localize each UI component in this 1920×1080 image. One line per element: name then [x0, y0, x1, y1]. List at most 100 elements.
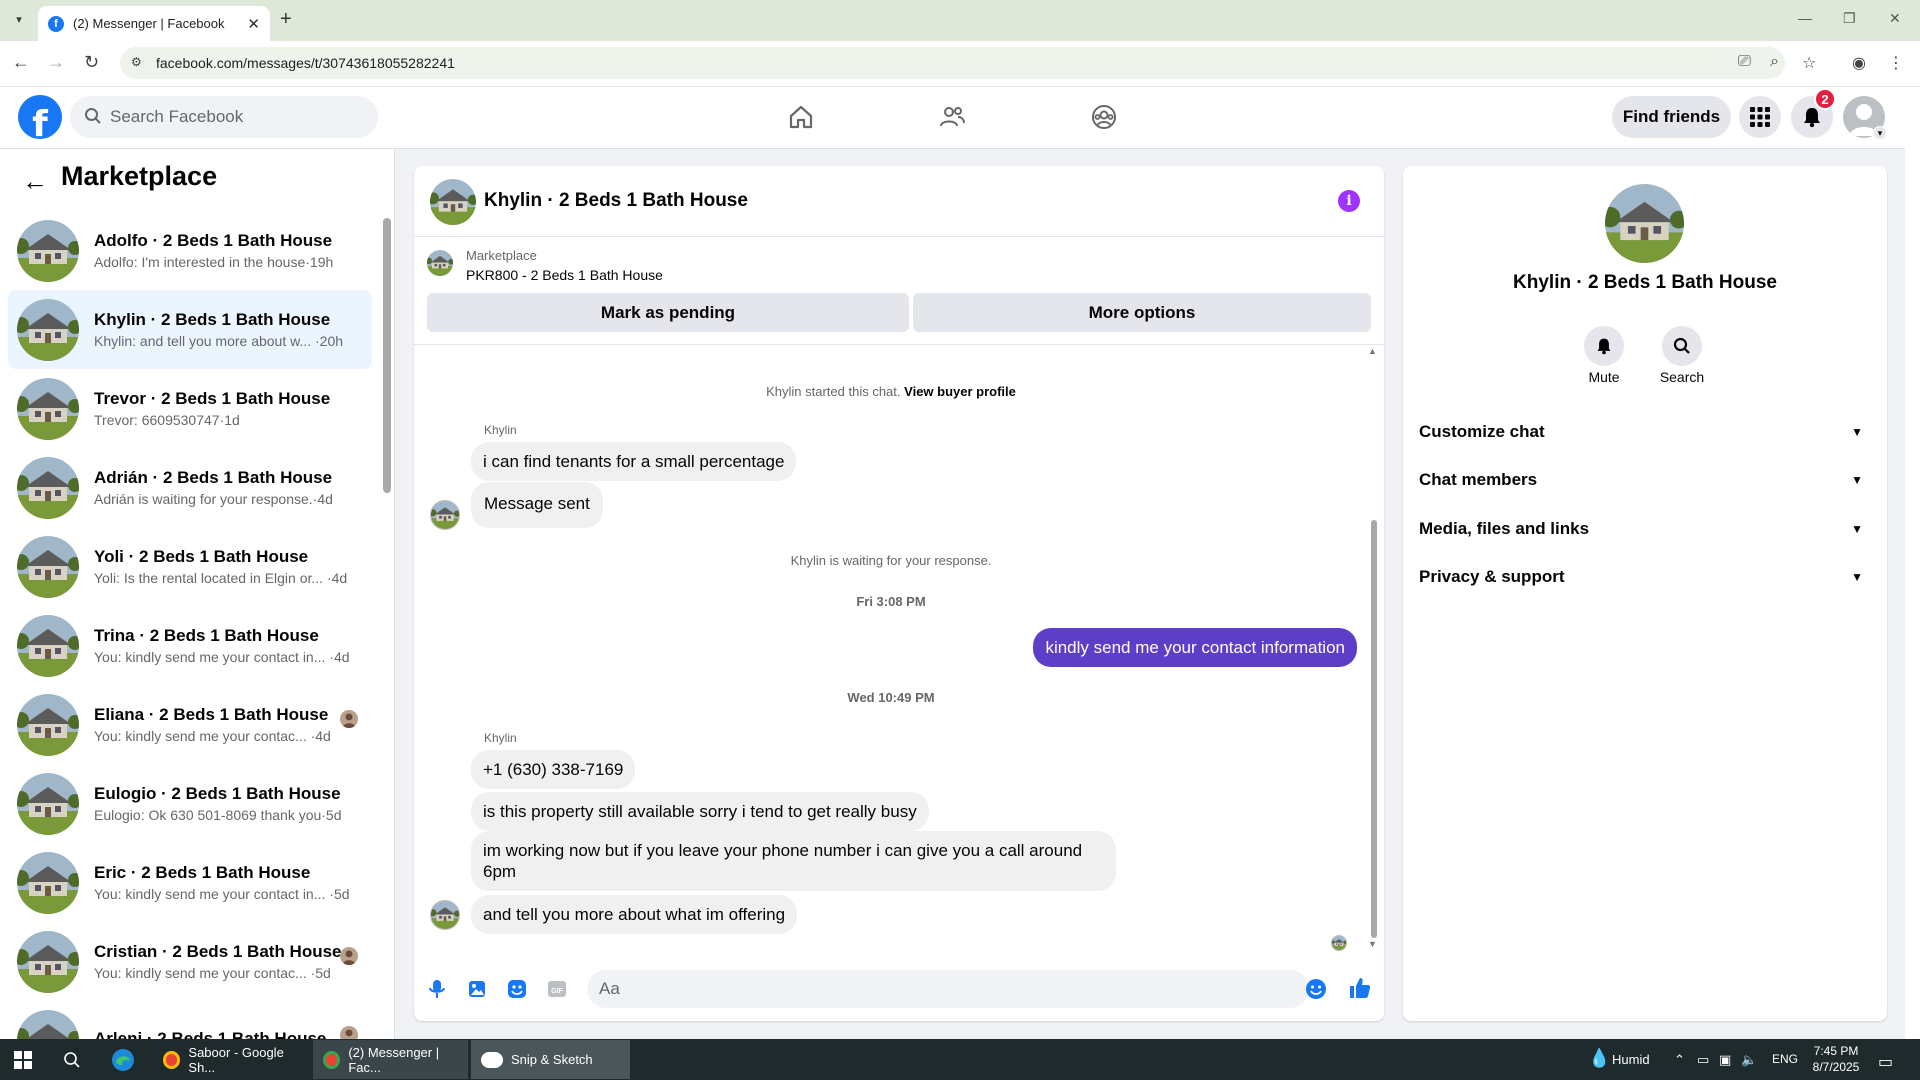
conversation-preview: You: kindly send me your contac... ·5d	[94, 965, 331, 981]
message-bubble[interactable]: i can find tenants for a small percentag…	[471, 442, 797, 481]
facebook-logo-icon[interactable]: f	[18, 95, 62, 139]
minimize-icon[interactable]: —	[1798, 10, 1812, 26]
new-tab-icon[interactable]: +	[280, 8, 292, 31]
media-files-links-label: Media, files and links	[1419, 519, 1590, 538]
emoji-icon[interactable]	[1305, 978, 1327, 1000]
scroll-down-icon[interactable]: ▼	[1368, 939, 1377, 949]
back-arrow-icon[interactable]: ←	[22, 166, 48, 197]
media-files-links-row[interactable]: Media, files and links ▼	[1419, 509, 1871, 549]
url-text: facebook.com/messages/t/3074361805528224…	[156, 55, 455, 71]
tab-search-chevron-icon[interactable]: ▾	[8, 8, 30, 30]
conversation-avatar	[17, 298, 79, 361]
more-options-button[interactable]: More options	[913, 293, 1371, 332]
listing-title[interactable]: PKR800 - 2 Beds 1 Bath House	[466, 267, 663, 283]
friends-icon[interactable]	[938, 103, 966, 131]
view-buyer-profile-link[interactable]: View buyer profile	[904, 384, 1016, 399]
weather-drop-icon[interactable]: 💧	[1588, 1048, 1610, 1069]
menu-grid-button[interactable]	[1739, 96, 1781, 138]
mark-as-pending-button[interactable]: Mark as pending	[427, 293, 909, 332]
clock-time: 7:45 PM	[1813, 1044, 1859, 1058]
volume-muted-icon[interactable]: 🔈	[1741, 1052, 1757, 1068]
weather-text[interactable]: Humid	[1612, 1052, 1650, 1067]
conversation-name: Khylin · 2 Beds 1 Bath House	[94, 310, 331, 329]
sidebar-scrollbar[interactable]	[383, 218, 391, 493]
restore-icon[interactable]: ❐	[1843, 10, 1856, 27]
tab-close-icon[interactable]: ✕	[247, 15, 260, 33]
clock[interactable]: 7:45 PM 8/7/2025	[1806, 1043, 1866, 1075]
sender-avatar[interactable]	[430, 900, 460, 930]
chat-members-label: Chat members	[1419, 470, 1538, 489]
chat-members-row[interactable]: Chat members ▼	[1419, 460, 1871, 500]
conversation-item[interactable]: Trina · 2 Beds 1 Bath House You: kindly s…	[8, 606, 372, 685]
info-icon[interactable]: i	[1338, 190, 1360, 212]
conversation-item[interactable]: Eliana · 2 Beds 1 Bath House You: kindly …	[8, 685, 372, 764]
tray-device-icon[interactable]: ▭	[1697, 1052, 1709, 1068]
browser-tab[interactable]: f (2) Messenger | Facebook ✕	[38, 6, 270, 41]
account-chevron-icon[interactable]: ▾	[1873, 126, 1887, 140]
edge-browser-icon[interactable]	[110, 1047, 136, 1073]
page-scrollbar[interactable]	[1905, 87, 1920, 1039]
sticker-icon[interactable]	[506, 978, 528, 1000]
chrome-icon	[163, 1050, 181, 1069]
taskbar-item-snip[interactable]: Snip & Sketch	[471, 1040, 630, 1079]
conversation-item[interactable]: Adolfo · 2 Beds 1 Bath House Adolfo: I'm …	[8, 211, 372, 290]
conversation-item[interactable]: Khylin · 2 Beds 1 Bath House Khylin: and …	[8, 290, 372, 369]
forward-icon[interactable]: →	[47, 52, 65, 73]
conversation-item[interactable]: Adrián · 2 Beds 1 Bath House Adrián is wa…	[8, 448, 372, 527]
window-close-icon[interactable]: ✕	[1889, 10, 1901, 27]
reload-icon[interactable]: ↻	[84, 52, 99, 73]
home-icon[interactable]	[787, 103, 815, 131]
conversation-item[interactable]: Trevor · 2 Beds 1 Bath House Trevor: 6609…	[8, 369, 372, 448]
groups-icon[interactable]	[1090, 103, 1118, 131]
message-bubble[interactable]: im working now but if you leave your pho…	[471, 831, 1116, 891]
conversation-text: Eulogio · 2 Beds 1 Bath House Eulogio: Ok…	[94, 784, 354, 823]
chat-scrollbar[interactable]	[1371, 520, 1377, 938]
back-icon[interactable]: ←	[12, 52, 30, 73]
message-input[interactable]: Aa	[587, 970, 1309, 1008]
search-label: Search	[1659, 369, 1705, 385]
photo-icon[interactable]	[466, 978, 488, 1000]
conversation-item[interactable]: Eric · 2 Beds 1 Bath House You: kindly se…	[8, 843, 372, 922]
customize-chat-row[interactable]: Customize chat ▼	[1419, 412, 1871, 452]
language-indicator[interactable]: ENG	[1772, 1052, 1798, 1066]
conversation-item[interactable]: Cristian · 2 Beds 1 Bath House You: kindl…	[8, 922, 372, 1001]
facebook-search-input[interactable]: Search Facebook	[70, 96, 378, 138]
sender-avatar[interactable]	[430, 500, 460, 530]
bookmark-star-icon[interactable]: ☆	[1802, 53, 1816, 73]
taskbar-item-messenger[interactable]: (2) Messenger | Fac...	[313, 1040, 468, 1079]
conversation-item[interactable]: Yoli · 2 Beds 1 Bath House Yoli: Is the r…	[8, 527, 372, 606]
message-bubble[interactable]: is this property still available sorry i…	[471, 792, 929, 831]
taskbar-search-icon[interactable]	[63, 1051, 81, 1069]
gif-icon[interactable]: GIF	[546, 978, 568, 1000]
chevron-down-icon: ▼	[1851, 570, 1863, 584]
message-bubble[interactable]: and tell you more about what im offering	[471, 895, 798, 934]
mute-button[interactable]	[1584, 326, 1624, 366]
zoom-icon[interactable]: ⌕	[1770, 53, 1779, 71]
find-friends-label: Find friends	[1622, 107, 1721, 126]
chat-header-name[interactable]: Khylin · 2 Beds 1 Bath House	[484, 190, 748, 212]
profile-icon[interactable]: ◉	[1852, 53, 1866, 73]
notification-badge: 2	[1814, 88, 1836, 110]
profile-avatar[interactable]	[1605, 184, 1684, 263]
taskbar-item-sheets[interactable]: Saboor - Google Sh...	[153, 1040, 308, 1079]
url-bar[interactable]: facebook.com/messages/t/3074361805528224…	[120, 47, 1785, 79]
conversation-item[interactable]: Eulogio · 2 Beds 1 Bath House Eulogio: Ok…	[8, 764, 372, 843]
windows-start-icon[interactable]	[14, 1051, 32, 1069]
find-friends-button[interactable]: Find friends	[1612, 96, 1731, 138]
browser-menu-icon[interactable]: ⋮	[1888, 53, 1904, 73]
thumbs-up-icon[interactable]	[1348, 976, 1372, 1000]
message-bubble[interactable]: Message sent	[471, 482, 603, 528]
message-bubble[interactable]: +1 (630) 338-7169	[471, 750, 636, 789]
network-icon[interactable]: ▣	[1719, 1052, 1731, 1068]
scroll-up-icon[interactable]: ▲	[1368, 346, 1377, 356]
my-message-bubble[interactable]: kindly send me your contact information	[1033, 628, 1357, 667]
chat-header-avatar[interactable]	[430, 179, 476, 225]
notification-center-icon[interactable]: ▭	[1878, 1052, 1893, 1072]
install-app-icon[interactable]: ⎚	[1738, 53, 1751, 71]
privacy-support-row[interactable]: Privacy & support ▼	[1419, 557, 1871, 597]
site-info-icon[interactable]: ⚙	[131, 55, 142, 69]
listing-thumbnail[interactable]	[427, 250, 453, 276]
microphone-icon[interactable]	[426, 978, 448, 1000]
search-in-chat-button[interactable]	[1662, 326, 1702, 366]
tray-chevron-icon[interactable]: ⌃	[1674, 1052, 1685, 1068]
